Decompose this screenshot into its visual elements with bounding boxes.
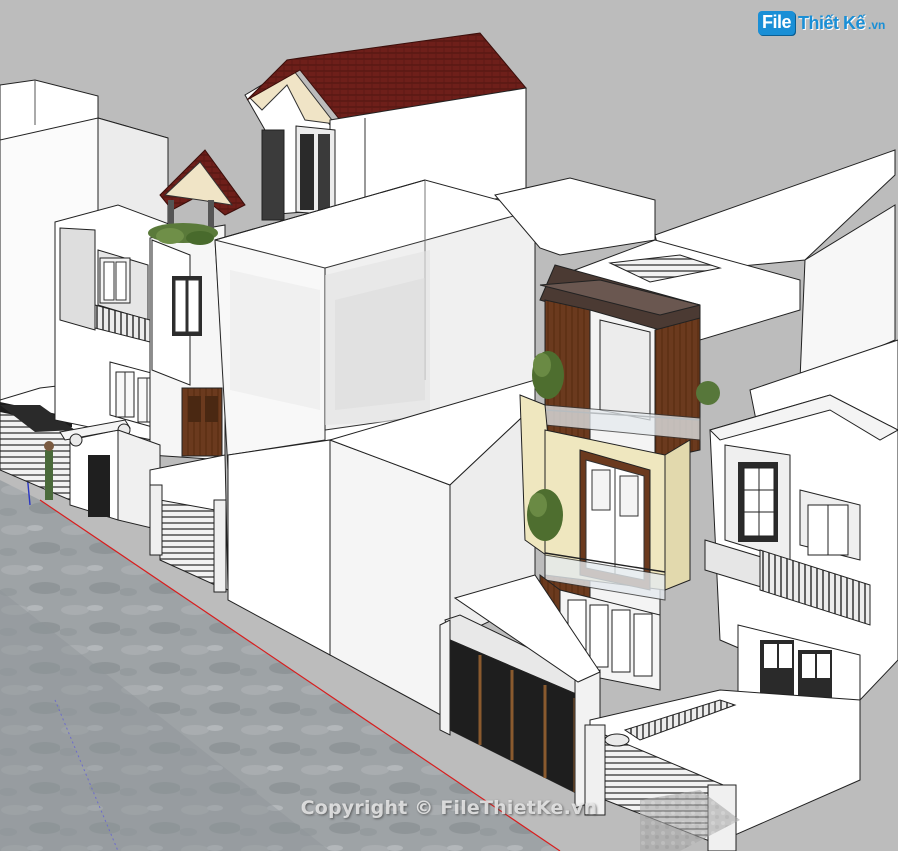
copyright-watermark: Copyright © FileThietKe.vn [300,797,598,819]
logo-name: Thiết Kế [798,12,866,33]
logo-tld: .vn [868,18,886,32]
site-logo: File Thiết Kế .vn [758,11,885,35]
logo-badge: File [758,11,796,35]
architecture-model-scene [0,0,898,851]
